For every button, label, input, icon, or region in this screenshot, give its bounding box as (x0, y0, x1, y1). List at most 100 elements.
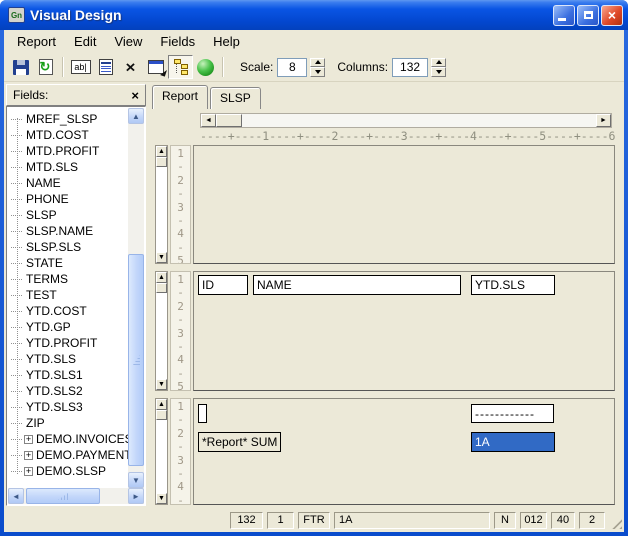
minimize-button[interactable] (553, 5, 575, 26)
field-item[interactable]: YTD.GP (8, 319, 128, 335)
scroll-up-button[interactable]: ▲ (156, 272, 167, 283)
field-item[interactable]: TEST (8, 287, 128, 303)
field-item[interactable]: SLSP (8, 207, 128, 223)
field-item[interactable]: MTD.PROFIT (8, 143, 128, 159)
scroll-left-button[interactable]: ◄ (201, 114, 216, 127)
menu-bar: Report Edit View Fields Help (4, 30, 624, 53)
fields-horizontal-scrollbar[interactable]: ◄ ► (8, 488, 144, 504)
expand-icon[interactable]: + (24, 435, 33, 444)
report-field-total-selected[interactable]: 1A (471, 432, 555, 452)
fields-vertical-scrollbar[interactable]: ▲ ▼ (128, 108, 144, 488)
field-item[interactable]: PHONE (8, 191, 128, 207)
refresh-button[interactable]: ↻ (33, 55, 58, 79)
field-item[interactable]: YTD.SLS1 (8, 367, 128, 383)
scroll-up-button[interactable]: ▲ (156, 146, 167, 157)
band-vertical-scrollbar[interactable]: ▲ ▼ (155, 398, 168, 505)
scale-input[interactable]: 8 (277, 58, 307, 77)
scale-down-button[interactable] (310, 67, 325, 77)
report-field-ytd-sls[interactable]: YTD.SLS (471, 275, 555, 295)
expand-icon[interactable]: + (24, 467, 33, 476)
delete-button[interactable]: × (118, 55, 143, 79)
scrollbar-thumb[interactable] (156, 410, 167, 420)
report-field-sum-label[interactable]: *Report* SUM (198, 432, 281, 452)
scale-stepper[interactable] (310, 58, 325, 77)
band-vertical-scrollbar[interactable]: ▲ ▼ (155, 145, 168, 264)
scroll-down-button[interactable]: ▼ (156, 379, 167, 390)
field-item[interactable]: ZIP (8, 415, 128, 431)
field-item[interactable]: MTD.SLS (8, 159, 128, 175)
columns-stepper[interactable] (431, 58, 446, 77)
menu-fields[interactable]: Fields (151, 31, 204, 52)
columns-input[interactable]: 132 (392, 58, 428, 77)
report-field-dashes[interactable]: ------------ (471, 404, 554, 423)
report-field-marker[interactable] (198, 404, 207, 423)
field-item[interactable]: NAME (8, 175, 128, 191)
scrollbar-track[interactable] (156, 420, 167, 493)
scroll-left-button[interactable]: ◄ (8, 488, 24, 504)
field-item[interactable]: MTD.COST (8, 127, 128, 143)
scroll-right-button[interactable]: ► (128, 488, 144, 504)
field-item-expandable[interactable]: +DEMO.PAYMENTS (8, 447, 128, 463)
columns-down-button[interactable] (431, 67, 446, 77)
field-item-expandable[interactable]: +DEMO.INVOICES* (8, 431, 128, 447)
toolbar-separator (222, 57, 224, 77)
menu-edit[interactable]: Edit (65, 31, 105, 52)
expand-icon[interactable]: + (24, 451, 33, 460)
band-canvas[interactable]: ------------ *Report* SUM 1A (193, 398, 615, 505)
title-bar[interactable]: Gn Visual Design × (0, 0, 628, 30)
field-item[interactable]: YTD.COST (8, 303, 128, 319)
field-label: TERMS (26, 272, 68, 286)
scrollbar-thumb[interactable] (26, 488, 100, 504)
run-button[interactable] (193, 55, 218, 79)
columns-label: Columns: (337, 60, 388, 74)
scroll-up-button[interactable]: ▲ (156, 399, 167, 410)
field-item[interactable]: SLSP.SLS (8, 239, 128, 255)
scale-up-button[interactable] (310, 58, 325, 68)
field-item[interactable]: YTD.PROFIT (8, 335, 128, 351)
save-button[interactable] (8, 55, 33, 79)
scroll-down-button[interactable]: ▼ (156, 493, 167, 504)
scrollbar-track[interactable] (242, 114, 596, 127)
scroll-right-button[interactable]: ► (596, 114, 611, 127)
scrollbar-thumb[interactable] (216, 114, 242, 127)
properties-button[interactable] (143, 55, 168, 79)
field-item[interactable]: MREF_SLSP (8, 111, 128, 127)
tab-report[interactable]: Report (152, 85, 208, 109)
field-item[interactable]: YTD.SLS2 (8, 383, 128, 399)
columns-up-button[interactable] (431, 58, 446, 68)
scrollbar-thumb[interactable] (156, 283, 167, 293)
scrollbar-track[interactable] (156, 293, 167, 379)
menu-view[interactable]: View (105, 31, 151, 52)
field-label: SLSP.SLS (26, 240, 81, 254)
scroll-down-button[interactable]: ▼ (128, 472, 144, 488)
fields-panel-header[interactable]: Fields: × (6, 84, 146, 106)
field-item[interactable]: YTD.SLS3 (8, 399, 128, 415)
tree-view-button[interactable] (168, 55, 193, 79)
scrollbar-thumb[interactable] (128, 254, 144, 466)
scroll-down-button[interactable]: ▼ (156, 252, 167, 263)
band-canvas[interactable] (193, 145, 615, 264)
field-item[interactable]: STATE (8, 255, 128, 271)
resize-grip[interactable] (609, 516, 622, 529)
report-tabs: Report SLSP (152, 85, 263, 109)
band-canvas[interactable]: ID NAME YTD.SLS (193, 271, 615, 391)
field-item[interactable]: YTD.SLS (8, 351, 128, 367)
scrollbar-thumb[interactable] (156, 157, 167, 167)
text-field-button[interactable]: ab| (68, 55, 93, 79)
tab-slsp[interactable]: SLSP (210, 87, 261, 109)
document-button[interactable] (93, 55, 118, 79)
scroll-up-button[interactable]: ▲ (128, 108, 144, 124)
field-item[interactable]: SLSP.NAME (8, 223, 128, 239)
report-field-name[interactable]: NAME (253, 275, 461, 295)
fields-panel-close-button[interactable]: × (131, 89, 139, 102)
band-vertical-scrollbar[interactable]: ▲ ▼ (155, 271, 168, 391)
field-item[interactable]: TERMS (8, 271, 128, 287)
field-item-expandable[interactable]: +DEMO.SLSP (8, 463, 128, 479)
scrollbar-track[interactable] (156, 167, 167, 252)
menu-report[interactable]: Report (8, 31, 65, 52)
close-button[interactable]: × (601, 5, 623, 26)
report-field-id[interactable]: ID (198, 275, 248, 295)
maximize-button[interactable] (577, 5, 599, 26)
report-horizontal-scrollbar[interactable]: ◄ ► (200, 113, 612, 128)
menu-help[interactable]: Help (204, 31, 249, 52)
